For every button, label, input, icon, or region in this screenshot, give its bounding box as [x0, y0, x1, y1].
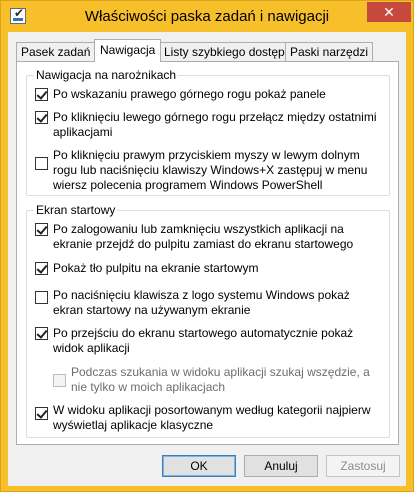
- checkbox[interactable]: [35, 262, 48, 275]
- dialog-buttons: OK Anuluj Zastosuj: [8, 453, 406, 479]
- tab-paski-narzedzi[interactable]: Paski narzędzi: [285, 42, 374, 61]
- apply-button[interactable]: Zastosuj: [326, 455, 400, 477]
- option-label: Podczas szukania w widoku aplikacji szuk…: [71, 365, 370, 394]
- checkbox[interactable]: [35, 223, 48, 236]
- option-label: Po wskazaniu prawego górnego rogu pokaż …: [53, 87, 326, 101]
- dialog-client-area: Pasek zadań Nawigacja Listy szybkiego do…: [8, 32, 406, 486]
- ok-button[interactable]: OK: [162, 455, 236, 477]
- window-title: Właściwości paska zadań i nawigacji: [84, 8, 330, 25]
- tab-panel-nawigacja: Nawigacja na narożnikach Po wskazaniu pr…: [16, 61, 399, 445]
- option-label: Po przejściu do ekranu startowego automa…: [53, 326, 354, 355]
- tab-nawigacja[interactable]: Nawigacja: [94, 39, 162, 62]
- corner-navigation-group: Nawigacja na narożnikach Po wskazaniu pr…: [26, 68, 390, 196]
- checkbox[interactable]: [35, 88, 48, 101]
- option-label: W widoku aplikacji posortowanym według k…: [53, 403, 371, 432]
- checkbox-disabled: [53, 374, 66, 387]
- close-button[interactable]: ✕: [367, 2, 411, 22]
- option-label: Pokaż tło pulpitu na ekranie startowym: [53, 261, 259, 275]
- group-title: Ekran startowy: [34, 203, 118, 217]
- tab-strip: Pasek zadań Nawigacja Listy szybkiego do…: [16, 39, 386, 63]
- option-label: Po zalogowaniu lub zamknięciu wszystkich…: [53, 222, 354, 251]
- start-screen-group: Ekran startowy Po zalogowaniu lub zamkni…: [26, 203, 390, 438]
- option-label: Po kliknięciu prawym przyciskiem myszy w…: [53, 148, 368, 192]
- checkbox[interactable]: [35, 291, 48, 304]
- checkbox[interactable]: [35, 111, 48, 124]
- close-icon: ✕: [383, 4, 395, 20]
- tab-pasek-zadan[interactable]: Pasek zadań: [16, 42, 96, 61]
- tab-listy-szybkiego-dostepu[interactable]: Listy szybkiego dostępu: [159, 42, 297, 61]
- option-label: Po kliknięciu lewego górnego rogu przełą…: [53, 110, 377, 139]
- group-title: Nawigacja na narożnikach: [34, 68, 179, 82]
- checkbox[interactable]: [35, 327, 48, 340]
- checkbox[interactable]: [35, 157, 48, 170]
- title-bar[interactable]: ✔ Właściwości paska zadań i nawigacji ✕: [1, 1, 413, 33]
- checkbox[interactable]: [35, 407, 48, 420]
- cancel-button[interactable]: Anuluj: [244, 455, 318, 477]
- dialog-window: ✔ Właściwości paska zadań i nawigacji ✕ …: [0, 0, 414, 492]
- option-label: Po naciśnięciu klawisza z logo systemu W…: [53, 288, 350, 317]
